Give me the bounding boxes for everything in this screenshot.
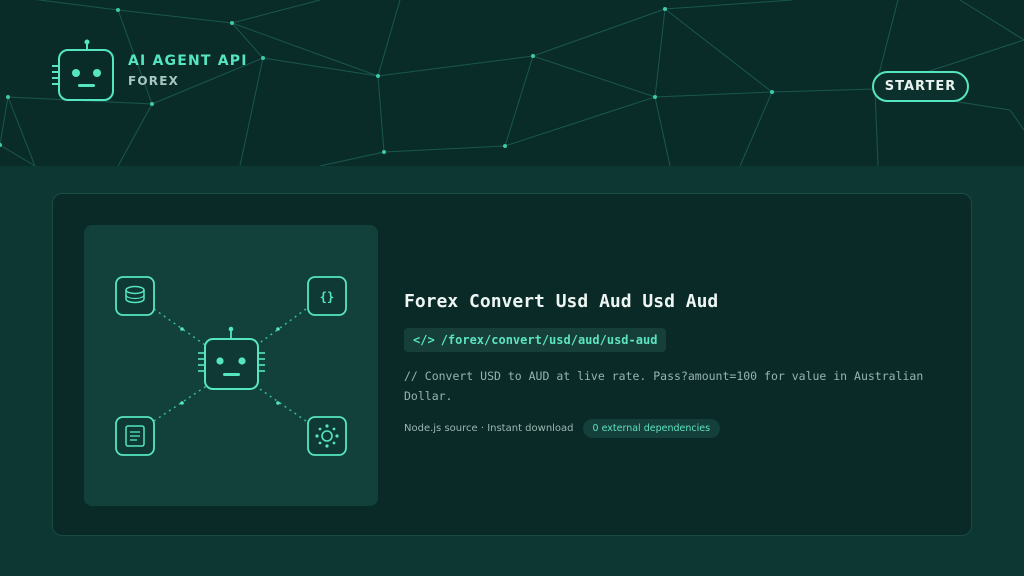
code-braces-icon: {} bbox=[307, 276, 347, 316]
brand[interactable]: AI AGENT API FOREX bbox=[50, 38, 248, 102]
endpoint-description: // Convert USD to AUD at live rate. Pass… bbox=[404, 369, 924, 403]
brand-title: AI AGENT API bbox=[128, 53, 248, 69]
endpoint-info: Forex Convert Usd Aud Usd Aud </> /forex/… bbox=[404, 288, 944, 438]
code-icon: </> bbox=[413, 333, 435, 347]
robot-icon bbox=[198, 326, 265, 390]
database-icon bbox=[115, 276, 155, 316]
brand-subtitle: FOREX bbox=[128, 74, 180, 88]
network-hub-icon bbox=[307, 416, 347, 456]
plan-badge-button[interactable]: STARTER bbox=[872, 71, 969, 102]
endpoint-illustration: {} bbox=[84, 225, 378, 506]
header: AI AGENT API FOREX STARTER bbox=[0, 0, 1024, 166]
endpoint-card: {} Forex Convert Usd Aud Usd Aud </> /fo… bbox=[52, 193, 972, 536]
dependencies-badge: 0 external dependencies bbox=[582, 419, 721, 438]
source-meta-text: Node.js source · Instant download bbox=[404, 423, 574, 434]
endpoint-path-chip[interactable]: </> /forex/convert/usd/aud/usd-aud bbox=[404, 328, 667, 352]
svg-text:{}: {} bbox=[320, 290, 334, 304]
endpoint-meta: Node.js source · Instant download 0 exte… bbox=[404, 419, 944, 438]
document-icon bbox=[115, 416, 155, 456]
robot-icon bbox=[52, 39, 114, 101]
endpoint-title: Forex Convert Usd Aud Usd Aud bbox=[404, 291, 719, 312]
endpoint-path: /forex/convert/usd/aud/usd-aud bbox=[440, 333, 658, 347]
